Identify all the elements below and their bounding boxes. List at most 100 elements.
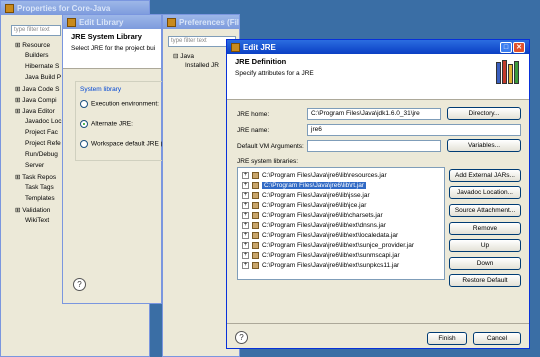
selected-library: C:\Program Files\Java\jre6\lib\rt.jar [262, 182, 367, 189]
jre-name-label: JRE name: [237, 127, 270, 134]
jar-icon [252, 252, 259, 259]
add-external-jars-button[interactable]: Add External JARs... [449, 169, 521, 182]
tree-item-task-repository[interactable]: ⊞ Task Repos [15, 173, 56, 181]
preferences-titlebar[interactable]: Preferences (Filtered) [163, 15, 239, 29]
radio-icon [80, 140, 88, 148]
vm-arguments-input[interactable] [307, 140, 441, 152]
tree-item-hibernate[interactable]: Hibernate S [25, 63, 59, 70]
workspace-default-radio[interactable]: Workspace default JRE (Ja [80, 140, 170, 148]
tree-item-validation[interactable]: ⊞ Validation [15, 206, 50, 214]
edit-jre-header: JRE Definition Specify attributes for a … [227, 54, 529, 100]
preferences-title: Preferences (Filtered) [179, 17, 239, 27]
jar-icon [252, 182, 259, 189]
variables-button[interactable]: Variables... [447, 139, 521, 152]
properties-titlebar[interactable]: Properties for Core-Java [1, 1, 149, 15]
jre-system-libraries-label: JRE system libraries: [237, 158, 299, 165]
dialog-separator [227, 323, 529, 324]
jre-definition-title: JRE Definition [235, 57, 287, 66]
jar-icon [252, 172, 259, 179]
jre-libraries-list[interactable]: + C:\Program Files\Java\jre6\lib\resource… [237, 167, 445, 280]
finish-button[interactable]: Finish [427, 332, 467, 345]
edit-jre-dialog: Edit JRE □ ✕ JRE Definition Specify attr… [226, 39, 530, 349]
jar-icon [252, 202, 259, 209]
properties-filter-input[interactable]: type filter text [11, 25, 61, 36]
tree-item-resource[interactable]: ⊞ Resource [15, 41, 50, 49]
tree-item-project-facets[interactable]: Project Fac [25, 129, 58, 136]
tree-item-java-editor[interactable]: ⊞ Java Editor [15, 107, 55, 115]
jar-icon [252, 232, 259, 239]
tree-item-templates[interactable]: Templates [25, 195, 55, 202]
expand-icon[interactable]: + [242, 172, 249, 179]
tree-item-task-tags[interactable]: Task Tags [25, 184, 54, 191]
expand-icon[interactable]: + [242, 222, 249, 229]
tree-item-java-compiler[interactable]: ⊞ Java Compi [15, 96, 57, 104]
alternate-jre-radio[interactable]: Alternate JRE: [80, 120, 133, 128]
execution-environment-radio[interactable]: Execution environment: [80, 100, 159, 108]
expand-icon[interactable]: + [242, 252, 249, 259]
edit-library-titlebar[interactable]: Edit Library [63, 15, 161, 29]
library-row[interactable]: + C:\Program Files\Java\jre6\lib\ext\sunp… [242, 261, 399, 270]
help-icon[interactable]: ? [73, 278, 86, 291]
eclipse-icon [5, 3, 14, 13]
library-row[interactable]: + C:\Program Files\Java\jre6\lib\charsets… [242, 211, 383, 220]
tree-item-java-build-path[interactable]: Java Build P [25, 74, 61, 81]
library-row[interactable]: + C:\Program Files\Java\jre6\lib\jsse.jar [242, 191, 370, 200]
source-attachment-button[interactable]: Source Attachment... [449, 204, 521, 217]
directory-button[interactable]: Directory... [447, 107, 521, 120]
edit-library-window: Edit Library JRE System Library Select J… [62, 14, 170, 304]
jar-icon [252, 242, 259, 249]
jar-icon [252, 262, 259, 269]
tree-item-run-debug[interactable]: Run/Debug [25, 151, 58, 158]
edit-jre-title: Edit JRE [243, 42, 276, 52]
jre-home-input[interactable]: C:\Program Files\Java\jdk1.6.0_31\jre [307, 108, 441, 120]
radio-icon [80, 100, 88, 108]
expand-icon[interactable]: + [242, 192, 249, 199]
up-button[interactable]: Up [449, 239, 521, 252]
library-row[interactable]: + C:\Program Files\Java\jre6\lib\jce.jar [242, 201, 366, 210]
properties-title: Properties for Core-Java [17, 3, 111, 13]
jre-name-input[interactable]: jre6 [307, 124, 521, 136]
expand-icon[interactable]: + [242, 212, 249, 219]
maximize-icon[interactable]: □ [500, 41, 512, 53]
library-row[interactable]: + C:\Program Files\Java\jre6\lib\rt.jar [242, 181, 367, 190]
jar-icon [252, 212, 259, 219]
eclipse-icon [231, 42, 240, 52]
cancel-button[interactable]: Cancel [473, 332, 521, 345]
system-library-group-label: System library [80, 86, 122, 93]
tree-item-wikitext[interactable]: WikiText [25, 217, 49, 224]
library-row[interactable]: + C:\Program Files\Java\jre6\lib\ext\sunj… [242, 241, 414, 250]
expand-icon[interactable]: + [242, 202, 249, 209]
jre-home-label: JRE home: [237, 111, 270, 118]
edit-library-title: Edit Library [79, 17, 124, 27]
javadoc-location-button[interactable]: Javadoc Location... [449, 186, 521, 199]
close-icon[interactable]: ✕ [513, 41, 525, 53]
tree-item-project-references[interactable]: Project Refe [25, 140, 61, 147]
system-library-group: System library Execution environment: Al… [75, 81, 170, 161]
vm-arguments-label: Default VM Arguments: [237, 143, 304, 150]
tree-item-javadoc[interactable]: Javadoc Loc [25, 118, 62, 125]
jar-icon [252, 222, 259, 229]
help-icon[interactable]: ? [235, 331, 248, 344]
edit-library-header-title: JRE System Library [71, 32, 142, 41]
eclipse-icon [167, 17, 176, 27]
expand-icon[interactable]: + [242, 242, 249, 249]
library-row[interactable]: + C:\Program Files\Java\jre6\lib\ext\sunm… [242, 251, 400, 260]
remove-button[interactable]: Remove [449, 222, 521, 235]
tree-item-builders[interactable]: Builders [25, 52, 48, 59]
tree-item-java[interactable]: ⊟ Java [173, 52, 194, 60]
expand-icon[interactable]: + [242, 232, 249, 239]
library-row[interactable]: + C:\Program Files\Java\jre6\lib\ext\loca… [242, 231, 398, 240]
restore-default-button[interactable]: Restore Default [449, 274, 521, 287]
tree-item-server[interactable]: Server [25, 162, 44, 169]
tree-item-java-code-style[interactable]: ⊞ Java Code S [15, 85, 59, 93]
down-button[interactable]: Down [449, 257, 521, 270]
edit-jre-titlebar[interactable]: Edit JRE □ ✕ [227, 40, 529, 54]
radio-selected-icon [80, 120, 88, 128]
library-row[interactable]: + C:\Program Files\Java\jre6\lib\resource… [242, 171, 387, 180]
library-row[interactable]: + C:\Program Files\Java\jre6\lib\ext\dnsn… [242, 221, 386, 230]
tree-item-installed-jres[interactable]: Installed JR [185, 62, 219, 69]
library-books-icon [496, 60, 519, 84]
expand-icon[interactable]: + [242, 182, 249, 189]
edit-library-header-sub: Select JRE for the project bui [71, 45, 156, 52]
expand-icon[interactable]: + [242, 262, 249, 269]
